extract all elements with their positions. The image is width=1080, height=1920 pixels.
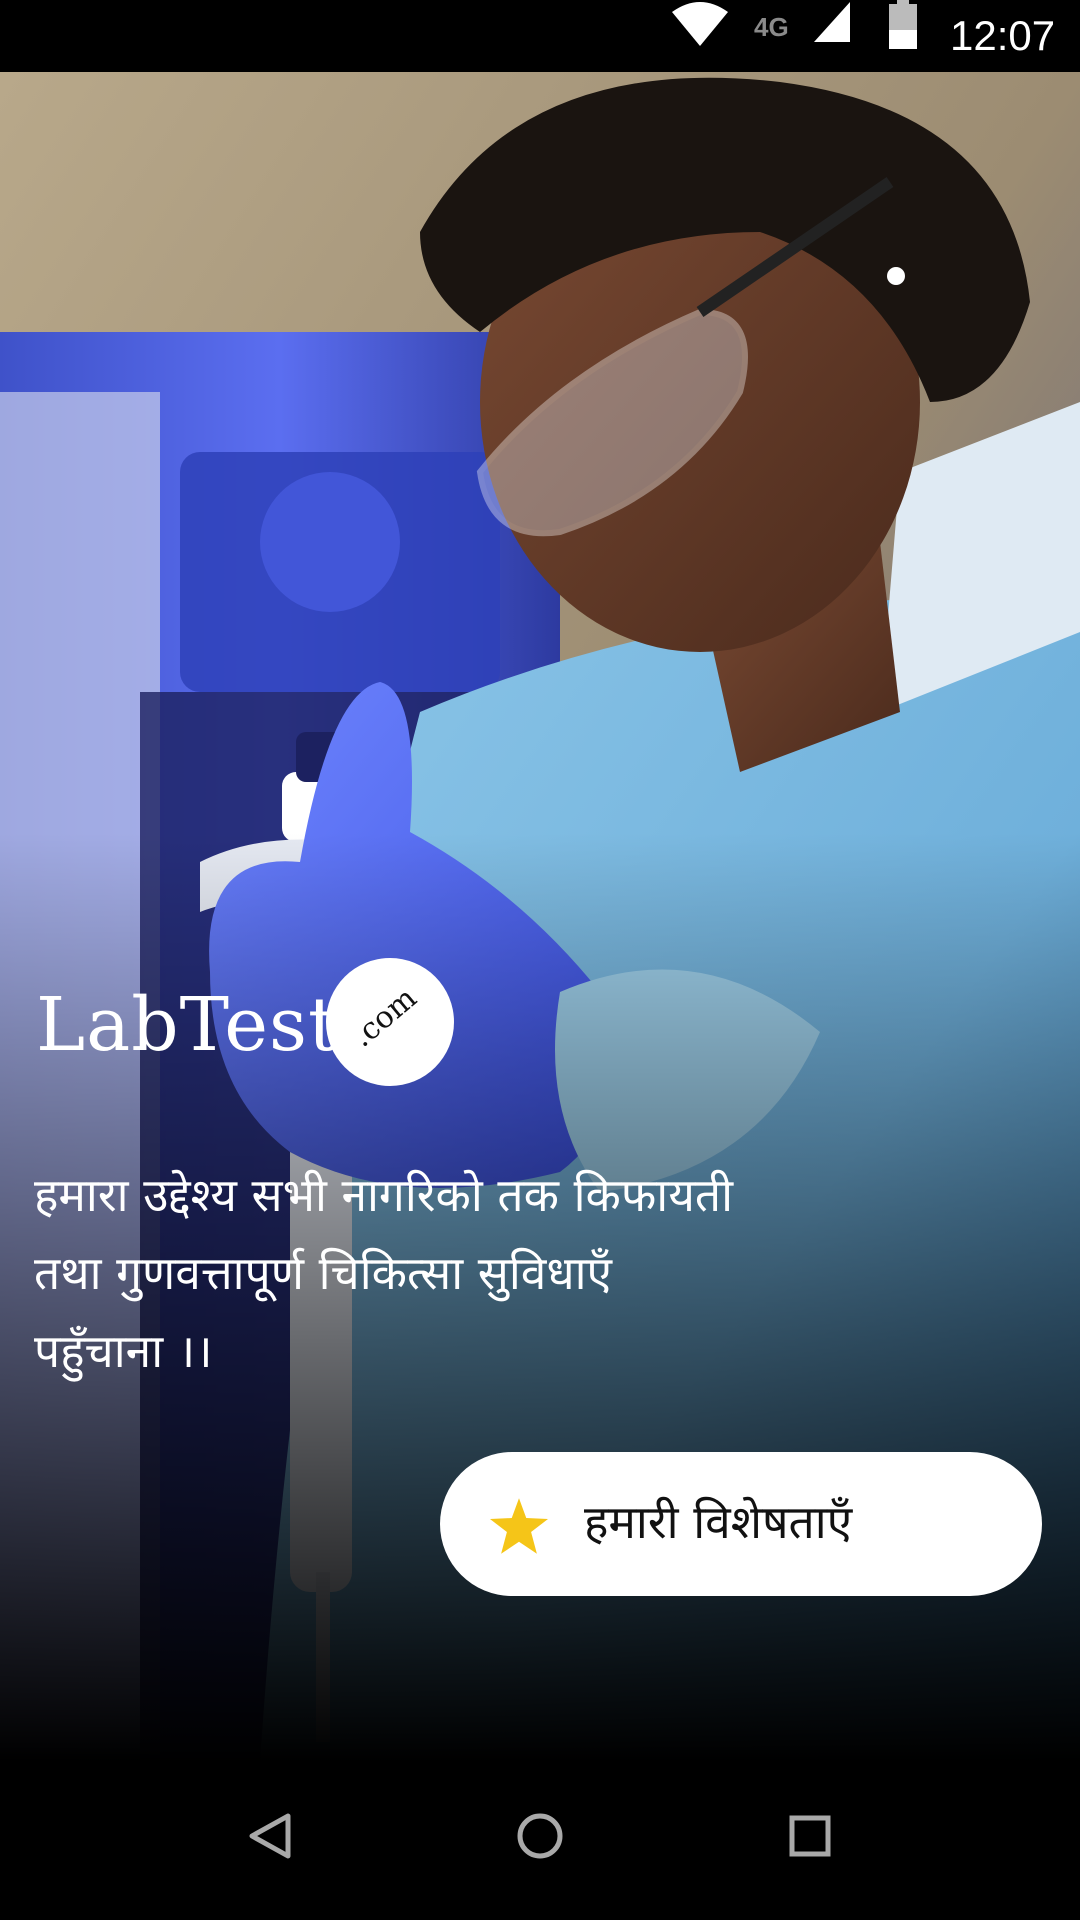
status-clock: 12:07	[950, 12, 1056, 59]
status-bar: 4G 12:07	[0, 0, 1080, 72]
mission-line: पहुँचाना ।।	[34, 1324, 213, 1378]
mission-line: हमारा उद्देश्य सभी नागरिको तक किफायती	[34, 1168, 734, 1222]
our-features-button[interactable]: हमारी विशेषताएँ	[440, 1452, 1042, 1596]
wifi-icon	[672, 2, 728, 46]
our-features-label: हमारी विशेषताएँ	[584, 1495, 853, 1549]
mission-line: तथा गुणवत्तापूर्ण चिकित्सा सुविधाएँ	[34, 1246, 612, 1300]
logo-badge-text: .com	[345, 980, 424, 1055]
signal-icon	[814, 2, 850, 42]
mission-statement: हमारा उद्देश्य सभी नागरिको तक किफायती तथ…	[34, 1156, 964, 1390]
logo-name: LabTest	[36, 982, 339, 1068]
star-icon	[490, 1498, 548, 1554]
network-type-label: 4G	[754, 12, 789, 42]
home-icon[interactable]	[500, 1796, 580, 1876]
system-nav-bar	[0, 1762, 1080, 1920]
recents-icon[interactable]	[770, 1796, 850, 1876]
logo-badge: .com	[326, 958, 454, 1086]
back-icon[interactable]	[230, 1796, 310, 1876]
battery-icon	[889, 0, 917, 49]
splash-screen: 4G 12:07 LabTest .com हमारा उद्देश्य सभी…	[0, 0, 1080, 1920]
